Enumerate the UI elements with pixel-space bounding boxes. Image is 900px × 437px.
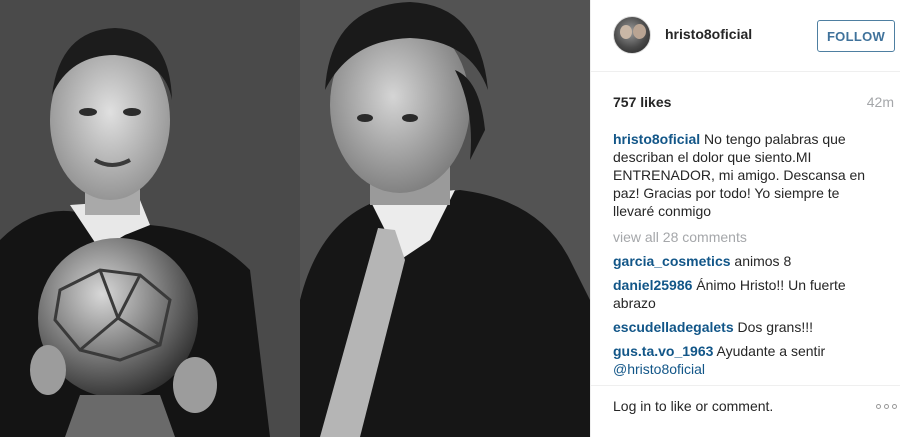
comment-username[interactable]: garcia_cosmetics — [613, 253, 731, 269]
comment-text: Ayudante a sentir — [716, 343, 826, 359]
comment-item: garcia_cosmetics animos 8 — [613, 252, 878, 270]
post-footer: Log in to like or comment. — [591, 385, 900, 437]
comment-item: daniel25986 Ánimo Hristo!! Un fuerte abr… — [613, 276, 878, 312]
comment-username[interactable]: gus.ta.vo_1963 — [613, 343, 713, 359]
comment-username[interactable]: escudelladegalets — [613, 319, 734, 335]
comment-text: Dos grans!!! — [737, 319, 813, 335]
post-sidebar: hristo8oficial FOLLOW 757 likes 42m hris… — [590, 0, 900, 437]
view-all-comments-link[interactable]: view all 28 comments — [613, 228, 878, 246]
more-options-icon[interactable] — [876, 404, 897, 409]
follow-button[interactable]: FOLLOW — [817, 20, 895, 52]
post-time[interactable]: 42m — [867, 94, 894, 110]
instagram-post: hristo8oficial FOLLOW 757 likes 42m hris… — [0, 0, 900, 437]
comment-mention[interactable]: @hristo8oficial — [613, 361, 705, 377]
more-dot — [876, 404, 881, 409]
more-dot — [892, 404, 897, 409]
caption-username[interactable]: hristo8oficial — [613, 131, 700, 147]
comment-item: escudelladegalets Dos grans!!! — [613, 318, 878, 336]
post-header: hristo8oficial FOLLOW — [591, 0, 900, 72]
comment-username[interactable]: daniel25986 — [613, 277, 692, 293]
comments-section: hristo8oficial No tengo palabras que des… — [613, 130, 878, 384]
photo-illustration — [0, 0, 590, 437]
caption: hristo8oficial No tengo palabras que des… — [613, 130, 878, 220]
post-photo[interactable] — [0, 0, 590, 437]
comment-item: gus.ta.vo_1963 Ayudante a sentir @hristo… — [613, 342, 878, 378]
more-dot — [884, 404, 889, 409]
likes-count[interactable]: 757 likes — [613, 94, 671, 110]
comment-text: animos 8 — [734, 253, 792, 269]
avatar[interactable] — [613, 16, 651, 54]
login-to-comment-link[interactable]: Log in to like or comment. — [613, 398, 773, 414]
header-username[interactable]: hristo8oficial — [665, 26, 752, 42]
